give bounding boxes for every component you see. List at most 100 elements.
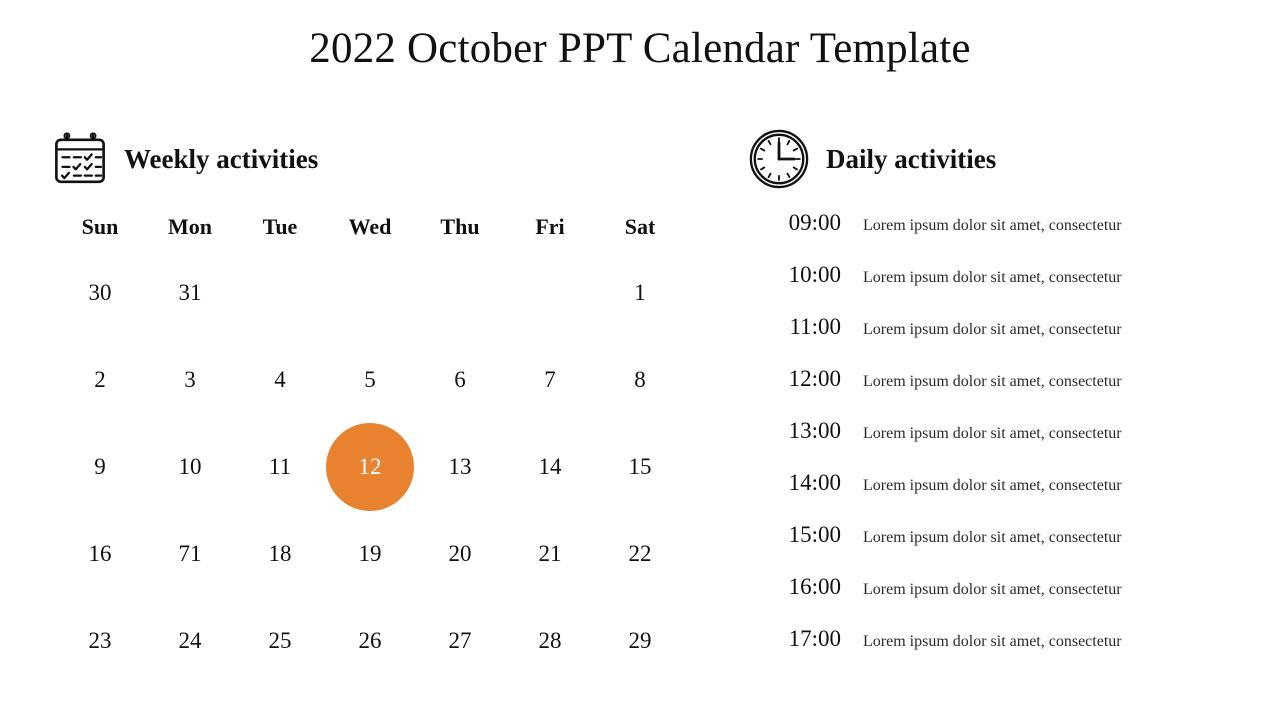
daily-activity-description: Lorem ipsum dolor sit amet, consectetur <box>863 425 1122 442</box>
calendar-day-cell[interactable]: 24 <box>145 597 235 684</box>
calendar-day-cell[interactable]: 15 <box>595 423 685 510</box>
calendar-day-number: 14 <box>538 454 562 479</box>
weekday-header-tue: Tue <box>262 214 298 239</box>
calendar-day-cell[interactable]: 7 <box>505 336 595 423</box>
daily-activity-description: Lorem ipsum dolor sit amet, consectetur <box>863 581 1122 598</box>
calendar-week-row: 16 71 18 19 20 21 22 <box>55 510 685 597</box>
calendar-day-cell[interactable]: 27 <box>415 597 505 684</box>
calendar-day-cell[interactable]: 22 <box>595 510 685 597</box>
calendar-day-cell[interactable]: 14 <box>505 423 595 510</box>
calendar-day-cell[interactable]: 11 <box>235 423 325 510</box>
calendar-day-cell[interactable]: 30 <box>55 249 145 336</box>
weekday-header-mon: Mon <box>168 214 212 239</box>
calendar-day-cell[interactable]: 28 <box>505 597 595 684</box>
calendar-day-cell <box>325 249 415 336</box>
calendar-day-cell[interactable]: 29 <box>595 597 685 684</box>
calendar-day-cell[interactable]: 71 <box>145 510 235 597</box>
daily-activity-time: 15:00 <box>788 522 841 547</box>
calendar-day-cell[interactable]: 31 <box>145 249 235 336</box>
daily-activity-description: Lorem ipsum dolor sit amet, consectetur <box>863 373 1122 390</box>
weekly-activities-header: Weekly activities <box>52 131 318 187</box>
calendar-day-number: 10 <box>178 454 202 479</box>
calendar-day-number: 31 <box>178 280 202 305</box>
calendar-week-row: 30 31 1 <box>55 249 685 336</box>
weekday-header-sat: Sat <box>624 214 656 239</box>
daily-activity-time: 11:00 <box>789 314 841 339</box>
calendar-day-cell[interactable]: 4 <box>235 336 325 423</box>
calendar-day-number: 24 <box>178 628 202 653</box>
daily-activity-description: Lorem ipsum dolor sit amet, consectetur <box>863 477 1122 494</box>
daily-activity-time: 17:00 <box>788 626 841 651</box>
calendar-week-row: 23 24 25 26 27 28 29 <box>55 597 685 684</box>
calendar-day-number: 5 <box>364 367 376 392</box>
calendar-day-cell[interactable]: 26 <box>325 597 415 684</box>
calendar-day-cell[interactable]: 5 <box>325 336 415 423</box>
clock-icon <box>748 128 810 190</box>
calendar-day-cell[interactable]: 9 <box>55 423 145 510</box>
daily-activity-time: 14:00 <box>788 470 841 495</box>
calendar-day-number: 26 <box>358 628 382 653</box>
weekly-activities-title: Weekly activities <box>124 143 319 174</box>
daily-activity-row[interactable]: 13:00 Lorem ipsum dolor sit amet, consec… <box>755 419 1195 471</box>
calendar-day-number: 2 <box>94 367 106 392</box>
daily-activity-row[interactable]: 12:00 Lorem ipsum dolor sit amet, consec… <box>755 367 1195 419</box>
daily-activity-time: 10:00 <box>788 262 841 287</box>
daily-activity-row[interactable]: 14:00 Lorem ipsum dolor sit amet, consec… <box>755 471 1195 523</box>
daily-activity-description: Lorem ipsum dolor sit amet, consectetur <box>863 321 1122 338</box>
calendar-day-number: 16 <box>88 541 112 566</box>
daily-activities-title: Daily activities <box>826 143 997 174</box>
daily-activity-row[interactable]: 17:00 Lorem ipsum dolor sit amet, consec… <box>755 627 1195 679</box>
calendar-day-number: 15 <box>628 454 652 479</box>
daily-activity-row[interactable]: 11:00 Lorem ipsum dolor sit amet, consec… <box>755 315 1195 367</box>
calendar-day-number: 4 <box>274 367 286 392</box>
calendar-checklist-icon <box>52 131 108 187</box>
calendar-day-cell[interactable]: 13 <box>415 423 505 510</box>
calendar-day-cell[interactable]: 16 <box>55 510 145 597</box>
daily-activity-row[interactable]: 10:00 Lorem ipsum dolor sit amet, consec… <box>755 263 1195 315</box>
calendar-day-number: 3 <box>184 367 196 392</box>
calendar-day-cell <box>505 249 595 336</box>
daily-activity-description: Lorem ipsum dolor sit amet, consectetur <box>863 269 1122 286</box>
calendar-day-cell-selected[interactable]: 12 <box>325 422 415 511</box>
calendar-day-number: 22 <box>628 541 652 566</box>
calendar-day-cell[interactable]: 25 <box>235 597 325 684</box>
daily-activity-time: 16:00 <box>788 574 841 599</box>
calendar-day-cell[interactable]: 20 <box>415 510 505 597</box>
calendar-day-cell[interactable]: 19 <box>325 510 415 597</box>
daily-activity-row[interactable]: 15:00 Lorem ipsum dolor sit amet, consec… <box>755 523 1195 575</box>
calendar-day-number: 28 <box>538 628 562 653</box>
calendar-day-cell <box>415 249 505 336</box>
calendar-day-number: 27 <box>448 628 472 653</box>
calendar-day-cell[interactable]: 1 <box>595 249 685 336</box>
calendar-day-number: 13 <box>448 454 472 479</box>
calendar-day-number: 1 <box>634 280 646 305</box>
daily-activity-row[interactable]: 16:00 Lorem ipsum dolor sit amet, consec… <box>755 575 1195 627</box>
calendar-day-number: 8 <box>634 367 646 392</box>
calendar-day-cell[interactable]: 6 <box>415 336 505 423</box>
calendar-day-number: 19 <box>358 541 382 566</box>
daily-activity-time: 09:00 <box>788 210 841 235</box>
calendar-day-cell[interactable]: 18 <box>235 510 325 597</box>
daily-activity-description: Lorem ipsum dolor sit amet, consectetur <box>863 633 1122 650</box>
weekday-header-thu: Thu <box>440 214 480 239</box>
weekday-header-sun: Sun <box>81 214 119 239</box>
daily-activity-description: Lorem ipsum dolor sit amet, consectetur <box>863 217 1122 234</box>
calendar-day-number: 20 <box>448 541 472 566</box>
calendar-day-number: 18 <box>268 541 292 566</box>
calendar-week-row: 2 3 4 5 6 7 8 <box>55 336 685 423</box>
daily-activity-time: 12:00 <box>788 366 841 391</box>
calendar-day-cell[interactable]: 21 <box>505 510 595 597</box>
calendar-day-number: 25 <box>268 628 292 653</box>
weekday-header-wed: Wed <box>348 214 392 239</box>
calendar-day-number: 6 <box>454 367 466 392</box>
calendar-day-cell[interactable]: 3 <box>145 336 235 423</box>
calendar-day-number: 23 <box>88 628 112 653</box>
daily-activity-row[interactable]: 09:00 Lorem ipsum dolor sit amet, consec… <box>755 211 1195 263</box>
daily-activities-header: Daily activities <box>748 128 996 190</box>
calendar-day-cell[interactable]: 23 <box>55 597 145 684</box>
calendar-day-number: 29 <box>628 628 652 653</box>
calendar-day-number: 11 <box>268 454 292 479</box>
calendar-day-cell[interactable]: 8 <box>595 336 685 423</box>
calendar-day-cell[interactable]: 10 <box>145 423 235 510</box>
calendar-day-cell[interactable]: 2 <box>55 336 145 423</box>
